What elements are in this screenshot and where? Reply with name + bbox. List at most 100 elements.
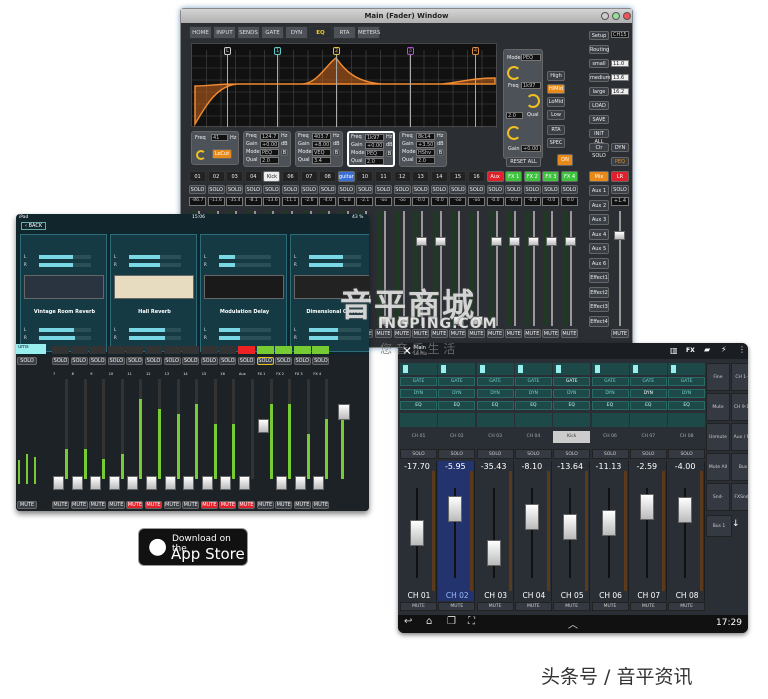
solo-button[interactable]: SOLO (126, 357, 144, 365)
eq-button[interactable]: EQ (400, 401, 437, 410)
fader-thumb[interactable] (486, 540, 501, 566)
channel-select-aux[interactable]: Aux (486, 171, 504, 182)
fader-track[interactable] (514, 211, 517, 326)
effect-card[interactable]: L R L R Vintage Room Reverb (20, 234, 107, 352)
fader-track[interactable] (477, 211, 479, 326)
fader-track[interactable] (551, 211, 554, 326)
channel-select-kick[interactable]: Kick (263, 171, 281, 182)
band-button-himid[interactable]: HiMid (547, 84, 565, 94)
strip-color-tab[interactable] (182, 346, 200, 354)
mute-button[interactable]: MUTE (505, 329, 523, 338)
qual-field[interactable]: 2.0 (416, 157, 435, 164)
dyn-button[interactable]: DYN (668, 389, 706, 398)
rta-button[interactable]: RTA (547, 125, 565, 135)
small-button[interactable]: small (589, 59, 609, 68)
solo-button[interactable]: SOLO (52, 357, 69, 365)
bypass-button[interactable]: B (333, 149, 340, 156)
gain-field[interactable]: +8.00 (312, 141, 331, 148)
arrow-down-icon[interactable]: ↓ (732, 519, 740, 529)
side-button-bus[interactable]: Bus (731, 453, 748, 481)
fader-thumb[interactable] (527, 237, 539, 247)
side-button-mute-all[interactable]: Mute All (706, 453, 730, 481)
dyn-button[interactable]: DYN (611, 143, 629, 152)
fader-thumb[interactable] (639, 493, 654, 520)
gate-button[interactable]: GATE (629, 377, 667, 386)
solo-button[interactable]: SOLO (200, 357, 218, 365)
channel-name[interactable]: CH 01 (400, 431, 437, 443)
tab-sends[interactable]: SENDS (237, 26, 260, 39)
channel-select-07[interactable]: 07 (300, 171, 318, 182)
effect-card[interactable]: L R L R Hall Reverb (110, 234, 197, 352)
tab-eq[interactable]: EQ (309, 26, 332, 39)
home-nav-icon[interactable]: ⌂ (426, 616, 432, 627)
solo-button[interactable]: SOLO (263, 185, 281, 194)
mute-button[interactable]: MUTE (561, 329, 578, 338)
channel-name[interactable]: CH 08 (668, 431, 705, 443)
mute-button[interactable]: MUTE (400, 602, 437, 611)
band-button-high[interactable]: High (547, 71, 565, 81)
solo-button[interactable]: SOLO (561, 185, 578, 194)
strip-color-tab[interactable] (52, 346, 69, 354)
dyn-button[interactable]: DYN (514, 389, 552, 398)
solo-button[interactable]: SOLO (226, 185, 244, 194)
channel-name[interactable]: CH 06 (592, 431, 629, 443)
strip-color-tab[interactable] (145, 346, 162, 354)
strip-color-tab[interactable] (238, 346, 255, 354)
strip-color-tab[interactable] (219, 346, 237, 354)
dyn-button[interactable]: DYN (629, 389, 667, 398)
freq-field[interactable]: 8k14 (416, 133, 435, 140)
solo-button[interactable]: SOLO (244, 185, 262, 194)
side-button-fxsnd-m[interactable]: FXSnd / M (731, 483, 748, 511)
gain-field[interactable]: +3.50 (416, 141, 435, 148)
bus-selector[interactable]: Bus 1 (706, 515, 732, 537)
meters-icon[interactable]: ▥ (670, 346, 678, 355)
band-marker-4[interactable]: 4 (472, 47, 479, 55)
mute-button[interactable]: MUTE (523, 329, 541, 338)
close-button[interactable] (623, 12, 631, 20)
band-button-lomid[interactable]: LoMid (547, 97, 565, 107)
channel-select-14[interactable]: 14 (430, 171, 448, 182)
reset-all-button[interactable]: RESET ALL (506, 157, 541, 167)
fader-track[interactable] (570, 211, 572, 326)
maximize-button[interactable] (612, 12, 620, 20)
solo-button[interactable]: SOLO (293, 357, 311, 365)
fader-track[interactable] (532, 211, 535, 326)
strip-color-tab[interactable] (256, 346, 274, 354)
channel-name[interactable]: CH 04 (515, 431, 552, 443)
strip-color-tab[interactable] (126, 346, 144, 354)
tools-icon[interactable]: ⚡ (721, 345, 727, 354)
dyn-button[interactable]: DYN (400, 389, 437, 398)
channel-name[interactable]: CH 03 (477, 431, 514, 443)
gate-button[interactable]: GATE (514, 377, 552, 386)
dyn-button[interactable]: DYN (591, 389, 629, 398)
side-button-unmute-all[interactable]: Unmute All (706, 423, 730, 451)
tab-meters[interactable]: METERS (357, 26, 380, 39)
small-field[interactable]: 11.0 (611, 60, 629, 67)
solo-button[interactable]: SOLO (319, 185, 337, 194)
init-button[interactable]: INIT ALL (589, 129, 609, 145)
fader-thumb[interactable] (509, 237, 521, 247)
solo-button[interactable]: SOLO (356, 185, 374, 194)
fader-track[interactable] (530, 488, 533, 578)
band-button-low[interactable]: Low (547, 110, 565, 120)
fader-thumb[interactable] (313, 476, 325, 490)
bypass-button[interactable]: B (437, 149, 444, 156)
fader-thumb[interactable] (108, 476, 120, 490)
gate-button[interactable]: GATE (668, 377, 706, 386)
solo-button[interactable]: SOLO (514, 449, 552, 459)
solo-button[interactable]: SOLO (70, 357, 88, 365)
fader-thumb[interactable] (201, 476, 213, 490)
solo-button[interactable]: SOLO (486, 185, 504, 194)
freq-field[interactable]: 403.7 (312, 133, 331, 140)
side-button-ch-1-8[interactable]: CH 1-8 (731, 363, 748, 391)
mute-button[interactable]: MUTE (70, 501, 88, 509)
lr-mute-button[interactable]: MUTE (611, 329, 629, 338)
gate-button[interactable]: GATE (438, 377, 476, 386)
solo-button[interactable]: SOLO (591, 449, 629, 459)
tab-home[interactable]: HOME (189, 26, 212, 39)
fader-thumb[interactable] (164, 476, 176, 490)
channel-select-guitar[interactable]: guitar (337, 171, 355, 182)
effect-card[interactable]: L R L R Modulation Delay (200, 234, 287, 352)
group-selector[interactable]: ums (16, 344, 46, 354)
mode-field[interactable]: HShv (416, 149, 435, 156)
